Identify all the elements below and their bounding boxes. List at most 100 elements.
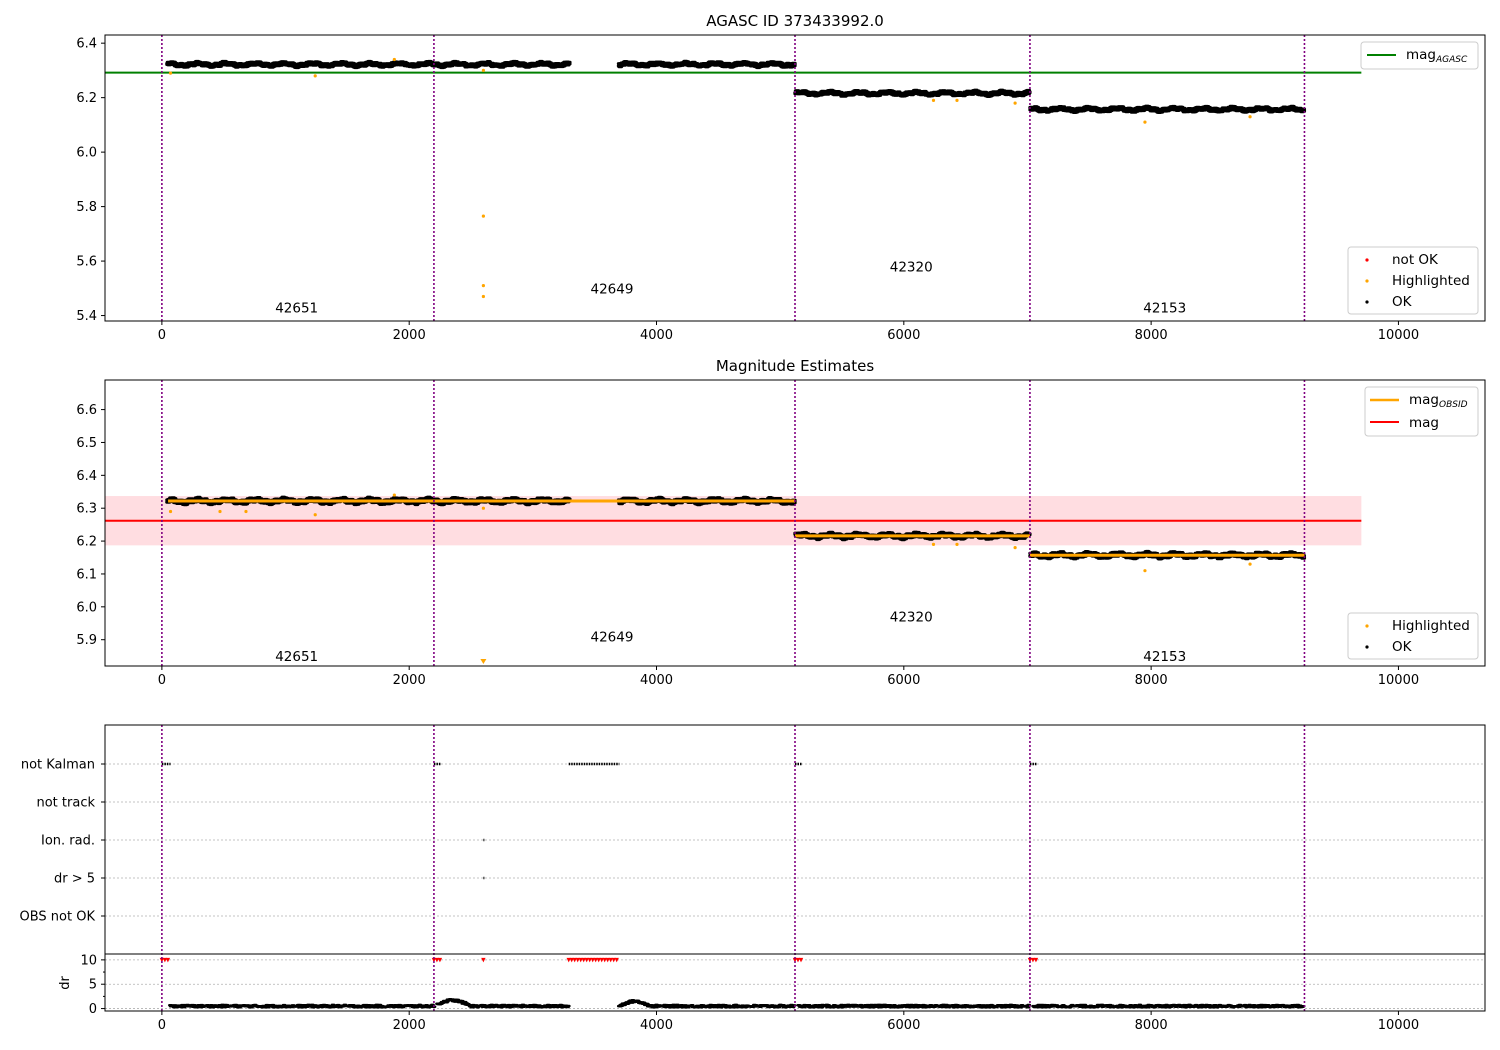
ok-points-42649 (432, 59, 797, 70)
flag-row-label: OBS not OK (20, 910, 96, 925)
panel3-dr-axis: 0 5 10 (80, 953, 105, 1017)
x-tick-label: 10000 (1378, 1018, 1419, 1033)
panel3-x-axis: 0 2000 4000 6000 8000 10000 (158, 1011, 1419, 1033)
panel1-title: AGASC ID 373433992.0 (706, 12, 884, 30)
legend-ok-label: OK (1392, 294, 1413, 310)
highlighted-point (168, 71, 173, 75)
y-tick-label: 5.9 (76, 633, 97, 648)
highlighted-point (244, 509, 248, 514)
legend-ok-marker (1365, 300, 1369, 304)
highlighted-point (481, 506, 485, 510)
agasc-magnitude-panel: AGASC ID 373433992.0 42651 42649 42320 4215… (76, 12, 1486, 343)
ok-points-42651 (165, 59, 437, 70)
panel1-legend-bottom: not OK Highlighted OK (1347, 246, 1479, 315)
highlighted-point (955, 542, 959, 546)
highlighted-point (392, 493, 396, 497)
legend-highlighted-marker (1365, 279, 1369, 283)
y-tick-label: 6.5 (76, 436, 97, 451)
highlighted-point (1013, 101, 1017, 105)
obsid-label: 42649 (591, 281, 634, 297)
y-tick-label: 6.2 (76, 91, 97, 106)
x-tick-label: 10000 (1378, 673, 1419, 688)
y-tick-label: 6.0 (76, 146, 97, 161)
legend-not-ok-marker (1365, 258, 1369, 262)
dr-tick-label: 0 (89, 1002, 97, 1017)
dr-points (168, 998, 1306, 1009)
ok-points-42153 (1028, 104, 1307, 114)
y-tick-label: 6.0 (76, 600, 97, 615)
highlighted-point (931, 542, 936, 546)
x-tick-label: 8000 (1135, 673, 1168, 688)
legend-highlighted-label: Highlighted (1392, 273, 1470, 289)
x-tick-label: 0 (158, 328, 166, 343)
highlighted-point (168, 509, 173, 514)
panel3-frame (104, 724, 1486, 1012)
highlighted-point (1248, 115, 1252, 119)
panel3-plot-area (105, 725, 1485, 1011)
highlighted-point (218, 509, 222, 514)
obsid-label: 42320 (890, 260, 933, 276)
highlighted-point (1248, 562, 1252, 566)
panel2-x-axis: 0 2000 4000 6000 8000 10000 (158, 666, 1419, 688)
x-tick-label: 8000 (1135, 1018, 1168, 1033)
highlighted-point (1143, 569, 1147, 573)
highlighted-clipped-marker (480, 659, 487, 664)
legend-not-ok-label: not OK (1392, 252, 1439, 268)
highlighted-point (313, 513, 317, 517)
panel2-y-axis: 5.9 6.0 6.1 6.2 6.3 6.4 6.5 6.6 (76, 403, 105, 648)
x-tick-label: 0 (158, 1018, 166, 1033)
x-tick-label: 2000 (393, 1018, 426, 1033)
dr-tick-label: 10 (80, 953, 97, 968)
legend2-highlighted-label: Highlighted (1392, 618, 1470, 634)
highlighted-point (955, 98, 959, 102)
legend2-ok-label: OK (1392, 639, 1413, 655)
y-tick-label: 5.6 (76, 255, 97, 270)
x-tick-label: 6000 (887, 1018, 920, 1033)
highlighted-point (481, 294, 485, 299)
highlighted-point (931, 98, 936, 102)
flag-row-label: not track (36, 796, 95, 811)
y-tick-label: 6.2 (76, 535, 97, 550)
panel2-title: Magnitude Estimates (716, 357, 874, 375)
x-tick-label: 4000 (640, 673, 673, 688)
highlighted-point (313, 74, 317, 78)
ok-points-42320 (793, 88, 1032, 98)
obsid-label: 42320 (890, 610, 933, 626)
flag-row-label: not Kalman (21, 758, 95, 773)
obsid-label: 42651 (275, 649, 318, 665)
highlighted-point (1013, 546, 1017, 550)
figure: AGASC ID 373433992.0 42651 42649 42320 4215… (20, 12, 1486, 1033)
dr-axis-label: dr (58, 976, 73, 990)
dr-tick-label: 5 (89, 978, 97, 993)
x-tick-label: 8000 (1135, 328, 1168, 343)
x-tick-label: 4000 (640, 328, 673, 343)
y-tick-label: 6.4 (76, 37, 97, 52)
panel1-y-axis: 5.4 5.6 5.8 6.0 6.2 6.4 (76, 37, 105, 324)
obsid-label: 42153 (1143, 649, 1186, 665)
panel1-plot-area: 42651 42649 42320 42153 (105, 35, 1362, 321)
x-tick-label: 10000 (1378, 328, 1419, 343)
magnitude-estimates-panel: Magnitude Estimates 42651 42649 42320 42153… (76, 357, 1486, 688)
x-tick-label: 2000 (393, 673, 426, 688)
legend-mag-label: mag (1409, 415, 1439, 431)
y-tick-label: 6.4 (76, 469, 97, 484)
obsid-label: 42153 (1143, 300, 1186, 316)
legend2-ok-marker (1365, 645, 1369, 649)
flag-row-label: dr > 5 (54, 872, 95, 887)
y-tick-label: 6.1 (76, 567, 97, 582)
highlighted-point (481, 214, 485, 218)
panel3-flag-axis: not Kalman not track Ion. rad. dr > 5 OBS no… (20, 758, 105, 925)
x-tick-label: 6000 (887, 673, 920, 688)
panel2-legend-top: magOBSID mag (1364, 386, 1479, 437)
x-tick-label: 6000 (887, 328, 920, 343)
flag-row-label: Ion. rad. (41, 834, 95, 849)
x-tick-label: 4000 (640, 1018, 673, 1033)
y-tick-label: 6.6 (76, 403, 97, 418)
panel2-legend-bottom: Highlighted OK (1347, 612, 1479, 660)
y-tick-label: 6.3 (76, 502, 97, 517)
highlighted-point (392, 57, 396, 62)
highlighted-point (481, 68, 485, 73)
x-tick-label: 2000 (393, 328, 426, 343)
obsid-label: 42649 (591, 629, 634, 645)
flags-panel: not Kalman not track Ion. rad. dr > 5 OBS no… (20, 724, 1486, 1033)
